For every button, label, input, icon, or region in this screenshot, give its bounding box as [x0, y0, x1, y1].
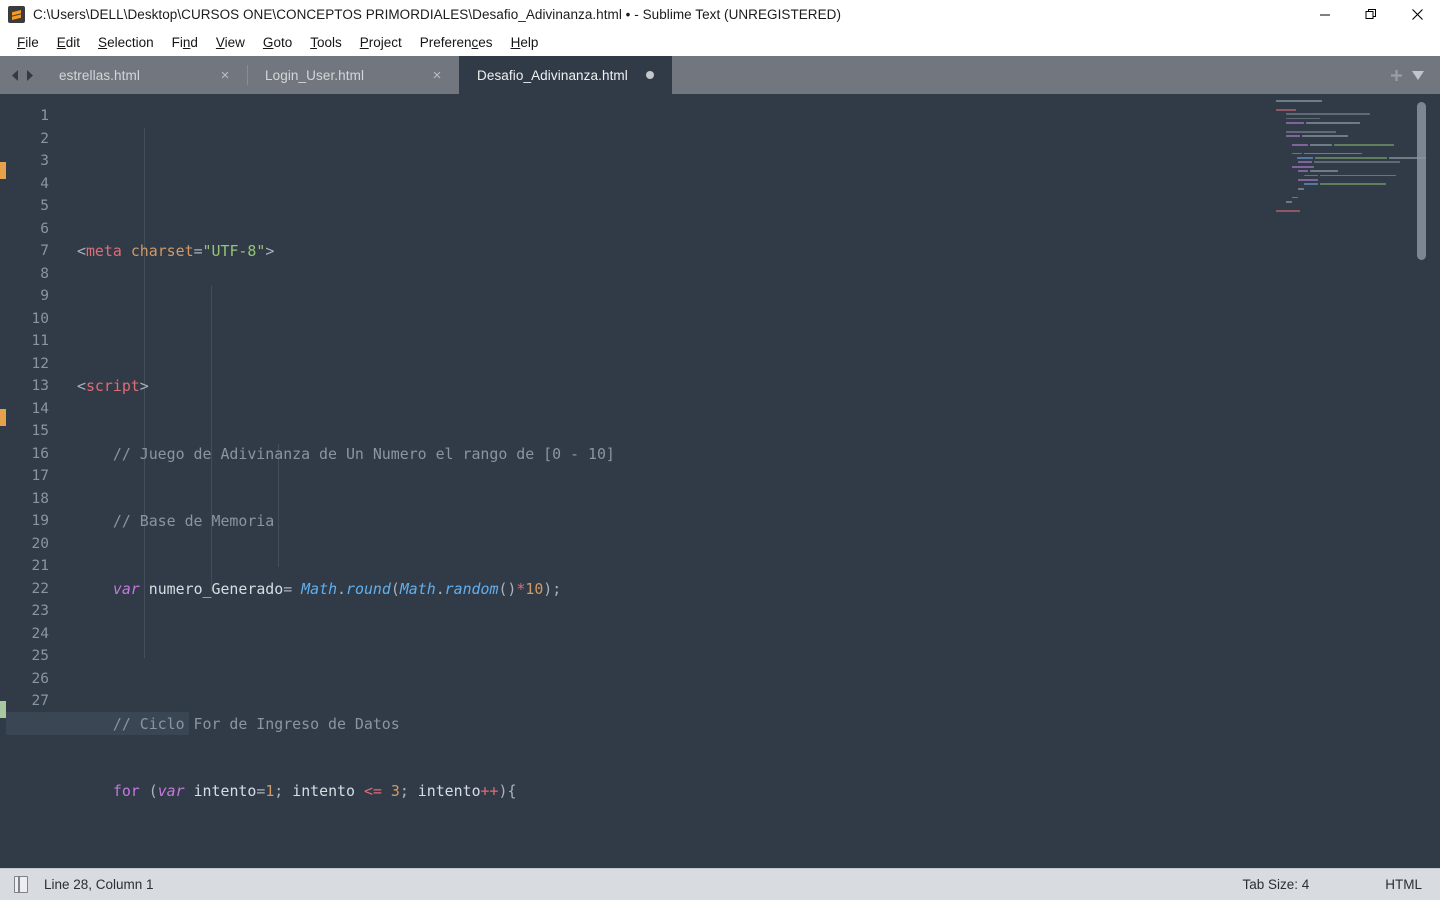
- sublime-text-icon: [8, 6, 25, 23]
- line-number: 2: [40, 130, 49, 147]
- editor-area[interactable]: 1 2 3 4 5 6 7 8 9 10 11 12 13 14 15 16 1…: [0, 94, 1440, 868]
- menu-preferences[interactable]: Preferences: [411, 32, 502, 54]
- tab-separator: [247, 65, 248, 85]
- syntax-label[interactable]: HTML: [1385, 877, 1422, 892]
- line-number: 21: [31, 558, 49, 574]
- line-number: 16: [31, 445, 49, 462]
- minimap[interactable]: [1276, 94, 1428, 868]
- restore-icon[interactable]: [1348, 0, 1394, 29]
- line-number: 15: [31, 423, 49, 439]
- window-title: C:\Users\DELL\Desktop\CURSOS ONE\CONCEPT…: [33, 7, 841, 22]
- minimize-icon[interactable]: [1302, 0, 1348, 29]
- code-line: <script>: [77, 377, 149, 395]
- tab-close-icon[interactable]: ×: [217, 67, 233, 83]
- line-number: 3: [40, 153, 49, 169]
- tab-bar-actions: [1389, 56, 1440, 94]
- code-line: for (var intento=1; intento <= 3; intent…: [112, 782, 517, 800]
- tab-label: Desafio_Adivinanza.html: [477, 67, 628, 83]
- menu-find[interactable]: Find: [163, 32, 207, 54]
- line-number: 14: [31, 400, 49, 417]
- menu-project[interactable]: Project: [351, 32, 411, 54]
- chevron-left-icon[interactable]: [10, 69, 21, 82]
- line-number: 13: [31, 378, 49, 394]
- tab-size-label[interactable]: Tab Size: 4: [1242, 877, 1309, 892]
- line-number: 12: [31, 355, 49, 372]
- tab-label: estrellas.html: [59, 67, 140, 83]
- line-number: 5: [40, 198, 49, 214]
- menu-edit[interactable]: Edit: [48, 32, 89, 54]
- line-number: 10: [31, 310, 49, 327]
- menu-help[interactable]: Help: [502, 32, 548, 54]
- menu-goto[interactable]: Goto: [254, 32, 301, 54]
- line-number: 11: [31, 333, 49, 349]
- line-number: 24: [31, 625, 49, 642]
- tab-bar: estrellas.html × Login_User.html × Desaf…: [0, 56, 1440, 94]
- line-number: 9: [40, 288, 49, 304]
- line-number: 22: [31, 580, 49, 597]
- line-number: 25: [31, 648, 49, 664]
- tab-close-icon[interactable]: ×: [429, 67, 445, 83]
- sidebar-toggle-icon[interactable]: [14, 876, 28, 893]
- tab-label: Login_User.html: [265, 67, 365, 83]
- menu-bar: File Edit Selection Find View Goto Tools…: [0, 29, 1440, 56]
- menu-file[interactable]: File: [8, 32, 48, 54]
- line-number: 20: [31, 535, 49, 552]
- close-icon[interactable]: [1394, 0, 1440, 29]
- line-number: 19: [31, 513, 49, 529]
- line-number: 4: [40, 175, 49, 192]
- cursor-position: Line 28, Column 1: [44, 877, 154, 892]
- chevron-right-icon[interactable]: [24, 69, 35, 82]
- code-line: // Base de Memoria: [77, 512, 275, 530]
- line-number: 7: [40, 243, 49, 259]
- window-controls: [1302, 0, 1440, 29]
- line-number: 26: [31, 670, 49, 687]
- menu-tools[interactable]: Tools: [301, 32, 351, 54]
- line-number: 17: [31, 468, 49, 484]
- line-number: 18: [31, 490, 49, 507]
- tab-navigation: [0, 56, 41, 94]
- code-line: // Juego de Adivinanza de Un Numero el r…: [77, 444, 615, 463]
- tab-modified-indicator[interactable]: [642, 67, 658, 83]
- line-number: 8: [40, 265, 49, 282]
- vertical-scrollbar[interactable]: [1417, 102, 1426, 260]
- tab-estrellas[interactable]: estrellas.html ×: [41, 56, 247, 94]
- line-number-gutter: 1 2 3 4 5 6 7 8 9 10 11 12 13 14 15 16 1…: [6, 94, 62, 868]
- tab-login-user[interactable]: Login_User.html ×: [247, 56, 459, 94]
- menu-selection[interactable]: Selection: [89, 32, 163, 54]
- status-bar: Line 28, Column 1 Tab Size: 4 HTML: [0, 868, 1440, 900]
- chevron-down-icon[interactable]: [1410, 68, 1426, 82]
- line-number: 23: [31, 603, 49, 619]
- title-bar: C:\Users\DELL\Desktop\CURSOS ONE\CONCEPT…: [0, 0, 1440, 29]
- code-line: // Ciclo For de Ingreso de Datos: [77, 714, 400, 733]
- tab-list: estrellas.html × Login_User.html × Desaf…: [41, 56, 672, 94]
- menu-view[interactable]: View: [207, 32, 254, 54]
- line-number: 1: [40, 108, 49, 124]
- code-content[interactable]: <meta charset="UTF-8"> <script> // Juego…: [62, 94, 1440, 868]
- code-line: var numero_Generado= Math.round(Math.ran…: [112, 579, 562, 598]
- line-number: 27: [31, 693, 49, 709]
- plus-icon[interactable]: [1389, 68, 1404, 83]
- tab-desafio-adivinanza[interactable]: Desafio_Adivinanza.html: [459, 56, 672, 94]
- status-bar-right: Tab Size: 4 HTML: [1242, 877, 1422, 892]
- code-line: <meta charset="UTF-8">: [77, 242, 275, 260]
- line-number: 6: [40, 220, 49, 237]
